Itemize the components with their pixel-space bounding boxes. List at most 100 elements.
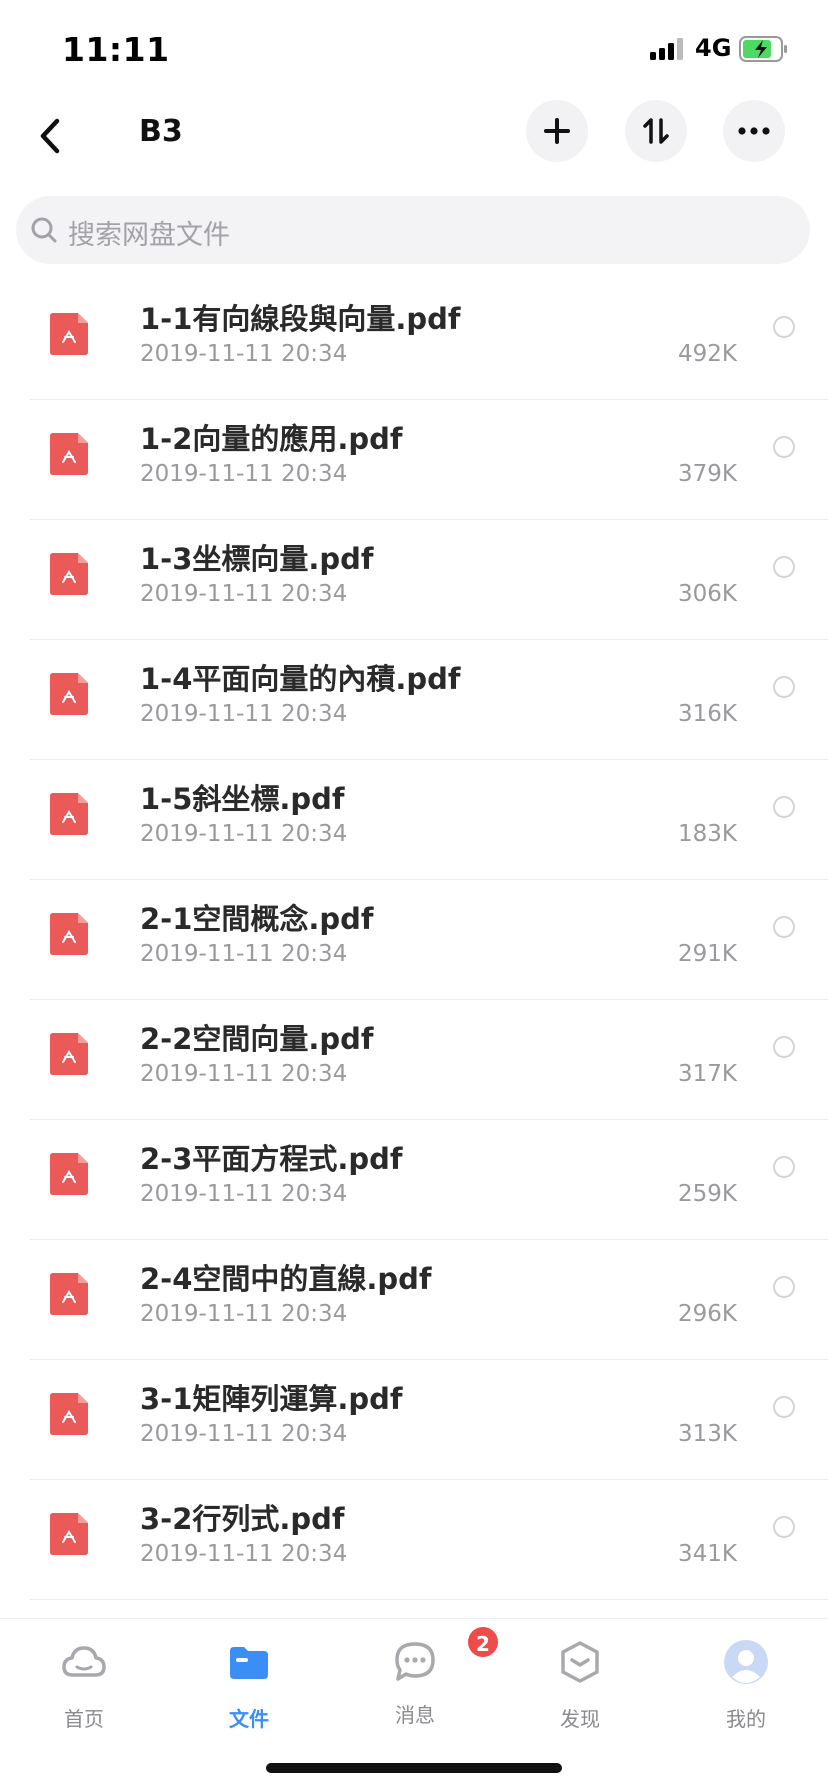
pdf-file-icon [50, 1393, 88, 1435]
cloud-icon [62, 1646, 106, 1677]
page-title: B3 [139, 114, 183, 149]
pdf-file-icon [50, 673, 88, 715]
file-name: 1-3坐標向量.pdf [140, 542, 374, 576]
tab-label: 首页 [64, 1707, 104, 1731]
search-placeholder: 搜索网盘文件 [68, 220, 230, 251]
network-label: 4G [695, 34, 732, 62]
file-size: 341K [678, 1541, 737, 1567]
pdf-file-icon [50, 553, 88, 595]
file-size: 492K [678, 341, 737, 367]
more-dots-icon [738, 127, 770, 135]
status-bar: 11:11 4G [0, 0, 828, 96]
file-size: 316K [678, 701, 737, 727]
select-radio[interactable] [773, 436, 795, 458]
search-input[interactable]: 搜索网盘文件 [16, 196, 810, 264]
select-radio[interactable] [773, 1036, 795, 1058]
pdf-file-icon [50, 913, 88, 955]
battery-icon [739, 36, 787, 62]
file-row[interactable]: 1-5斜坐標.pdf 2019-11-11 20:34 183K [0, 760, 828, 880]
back-button[interactable] [32, 111, 68, 161]
select-radio[interactable] [773, 316, 795, 338]
more-options-button[interactable] [723, 100, 785, 162]
pdf-file-icon [50, 1153, 88, 1195]
file-row[interactable]: 2-2空間向量.pdf 2019-11-11 20:34 317K [0, 1000, 828, 1120]
file-row[interactable]: 2-3平面方程式.pdf 2019-11-11 20:34 259K [0, 1120, 828, 1240]
file-name: 2-1空間概念.pdf [140, 902, 374, 936]
file-row[interactable]: 2-1空間概念.pdf 2019-11-11 20:34 291K [0, 880, 828, 1000]
avatar-icon [724, 1640, 768, 1684]
file-row[interactable]: 2-4空間中的直線.pdf 2019-11-11 20:34 296K [0, 1240, 828, 1360]
file-row[interactable]: 3-2行列式.pdf 2019-11-11 20:34 341K [0, 1480, 828, 1600]
file-size: 183K [678, 821, 737, 847]
file-date: 2019-11-11 20:34 [140, 1181, 348, 1207]
file-name: 2-4空間中的直線.pdf [140, 1262, 432, 1296]
select-radio[interactable] [773, 916, 795, 938]
pdf-file-icon [50, 1513, 88, 1555]
select-radio[interactable] [773, 796, 795, 818]
file-name: 1-2向量的應用.pdf [140, 422, 403, 456]
file-size: 306K [678, 581, 737, 607]
file-size: 313K [678, 1421, 737, 1447]
file-size: 291K [678, 941, 737, 967]
folder-icon [230, 1647, 268, 1679]
file-date: 2019-11-11 20:34 [140, 821, 348, 847]
file-date: 2019-11-11 20:34 [140, 581, 348, 607]
pdf-file-icon [50, 313, 88, 355]
file-date: 2019-11-11 20:34 [140, 1061, 348, 1087]
file-row[interactable]: 3-1矩陣列運算.pdf 2019-11-11 20:34 313K [0, 1360, 828, 1480]
file-size: 259K [678, 1181, 737, 1207]
file-name: 1-5斜坐標.pdf [140, 782, 345, 816]
select-radio[interactable] [773, 1396, 795, 1418]
select-radio[interactable] [773, 1276, 795, 1298]
pdf-file-icon [50, 1273, 88, 1315]
file-date: 2019-11-11 20:34 [140, 341, 348, 367]
status-time: 11:11 [62, 30, 170, 69]
pdf-file-icon [50, 433, 88, 475]
tab-label: 发现 [560, 1707, 600, 1731]
plus-icon [544, 118, 570, 144]
file-date: 2019-11-11 20:34 [140, 1541, 348, 1567]
file-name: 2-3平面方程式.pdf [140, 1142, 403, 1176]
add-button[interactable] [526, 100, 588, 162]
tab-discover[interactable]: 发现 [520, 1639, 640, 1739]
select-radio[interactable] [773, 1516, 795, 1538]
navigation-bar: B3 [0, 96, 828, 208]
chevron-left-icon [40, 118, 60, 154]
sort-button[interactable] [625, 100, 687, 162]
select-radio[interactable] [773, 556, 795, 578]
chat-bubble-icon [395, 1642, 435, 1681]
file-row[interactable]: 1-1有向線段與向量.pdf 2019-11-11 20:34 492K [0, 280, 828, 400]
select-radio[interactable] [773, 676, 795, 698]
file-date: 2019-11-11 20:34 [140, 941, 348, 967]
pdf-file-icon [50, 793, 88, 835]
file-size: 379K [678, 461, 737, 487]
tab-label: 消息 [395, 1703, 435, 1727]
file-row[interactable]: 1-4平面向量的內積.pdf 2019-11-11 20:34 316K [0, 640, 828, 760]
file-row[interactable]: 1-2向量的應用.pdf 2019-11-11 20:34 379K [0, 400, 828, 520]
tab-label: 我的 [726, 1707, 766, 1731]
file-date: 2019-11-11 20:34 [140, 1421, 348, 1447]
sort-arrows-icon [643, 118, 669, 144]
tab-messages[interactable]: 2 消息 [355, 1625, 500, 1739]
unread-badge: 2 [466, 1625, 500, 1659]
file-date: 2019-11-11 20:34 [140, 701, 348, 727]
file-name: 3-1矩陣列運算.pdf [140, 1382, 403, 1416]
file-name: 3-2行列式.pdf [140, 1502, 345, 1536]
tab-home[interactable]: 首页 [24, 1639, 144, 1739]
tab-files[interactable]: 文件 [189, 1639, 309, 1739]
file-row[interactable]: 1-3坐標向量.pdf 2019-11-11 20:34 306K [0, 520, 828, 640]
discover-box-icon [561, 1641, 599, 1683]
select-radio[interactable] [773, 1156, 795, 1178]
file-name: 2-2空間向量.pdf [140, 1022, 374, 1056]
file-size: 296K [678, 1301, 737, 1327]
file-list: 1-1有向線段與向量.pdf 2019-11-11 20:34 492K 1-2… [0, 280, 828, 1618]
tab-mine[interactable]: 我的 [686, 1639, 806, 1739]
file-name: 1-1有向線段與向量.pdf [140, 302, 461, 336]
file-name: 1-4平面向量的內積.pdf [140, 662, 461, 696]
home-indicator [266, 1763, 562, 1773]
signal-icon [650, 38, 686, 60]
tab-label: 文件 [229, 1707, 269, 1731]
file-date: 2019-11-11 20:34 [140, 461, 348, 487]
search-icon [31, 217, 57, 243]
file-date: 2019-11-11 20:34 [140, 1301, 348, 1327]
